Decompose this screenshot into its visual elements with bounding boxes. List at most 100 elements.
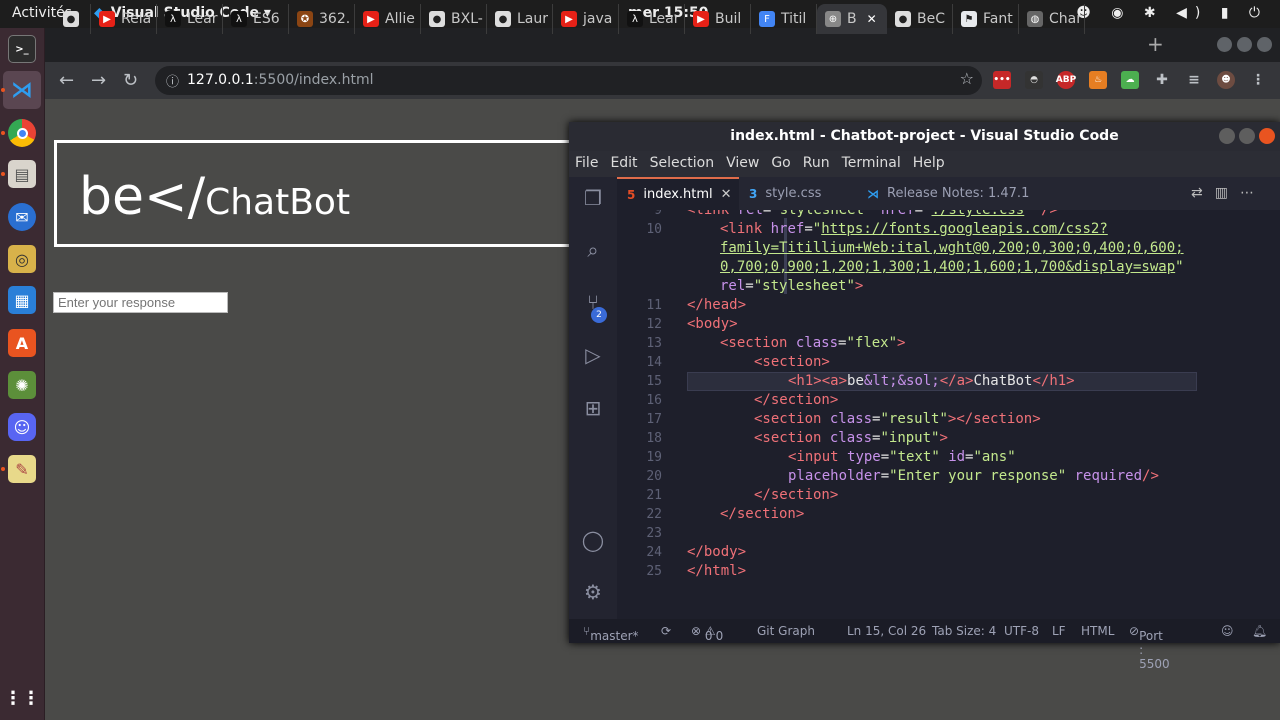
tab-index-html[interactable]: 5 index.html ✕ xyxy=(617,177,739,210)
menu-selection[interactable]: Selection xyxy=(644,151,721,177)
tab-release-notes[interactable]: ⋊ Release Notes: 1.47.1 xyxy=(857,177,1047,210)
profile-avatar[interactable]: ☻ xyxy=(1217,71,1235,89)
extension-flame-icon[interactable]: ♨ xyxy=(1089,71,1107,89)
browser-tab[interactable]: ◍ Char xyxy=(1019,4,1085,34)
manage-gear-icon[interactable]: ⚙ xyxy=(580,579,606,605)
back-icon[interactable]: ← xyxy=(59,70,74,91)
extension-red-icon[interactable]: ••• xyxy=(993,71,1011,89)
browser-tab[interactable]: ▶ Rela xyxy=(91,4,157,34)
code-line[interactable]: </section> xyxy=(720,505,804,524)
maximize-button[interactable] xyxy=(1239,128,1255,144)
browser-tab[interactable]: ⚑ Fant xyxy=(953,4,1019,34)
browser-tab[interactable]: F Titil xyxy=(751,4,817,34)
eol[interactable]: LF xyxy=(1052,624,1066,638)
cursor-position[interactable]: Ln 15, Col 26 xyxy=(847,624,926,638)
browser-window-controls[interactable] xyxy=(1217,37,1272,52)
extensions-icon[interactable]: ⊞ xyxy=(580,395,606,421)
browser-tab[interactable]: ● BXL- xyxy=(421,4,487,34)
show-apps-icon[interactable]: ⋮⋮ xyxy=(4,684,40,712)
code-line[interactable]: <section> xyxy=(754,353,830,372)
code-line[interactable]: <section class="input"> xyxy=(754,429,948,448)
language-mode[interactable]: HTML xyxy=(1081,624,1114,638)
code-editor[interactable]: 9 10 11 12 13 14 15 16 17 18 19 20 21 22… xyxy=(617,210,1280,619)
media-control-icon[interactable]: ≡ xyxy=(1185,71,1203,89)
browser-tab[interactable]: ✪ 362. xyxy=(289,4,355,34)
sync-icon[interactable]: ⟳ xyxy=(661,624,671,638)
browser-tab[interactable]: λ Lear xyxy=(157,4,223,34)
menu-help[interactable]: Help xyxy=(907,151,951,177)
problems-status[interactable]: ⊗ 0 ⚠ 0 xyxy=(691,624,723,643)
feedback-icon[interactable]: ☺ xyxy=(1221,624,1234,638)
code-line[interactable]: <h1><a>be&lt;&sol;</a>ChatBot</h1> xyxy=(788,372,1075,391)
run-debug-icon[interactable]: ▷ xyxy=(580,342,606,368)
browser-tab[interactable]: ▶ Buil xyxy=(685,4,751,34)
writer-icon[interactable]: ▦ xyxy=(8,286,36,314)
code-line[interactable]: rel="stylesheet"> xyxy=(720,277,863,296)
menu-file[interactable]: File xyxy=(569,151,604,177)
extension-green-icon[interactable]: ☁ xyxy=(1121,71,1139,89)
code-line[interactable]: </head> xyxy=(687,296,746,315)
menu-go[interactable]: Go xyxy=(765,151,796,177)
search-icon[interactable]: ⌕ xyxy=(580,237,606,263)
rhythmbox-icon[interactable]: ◎ xyxy=(8,245,36,273)
thunderbird-icon[interactable]: ✉ xyxy=(8,203,36,231)
code-line[interactable]: placeholder="Enter your response" requir… xyxy=(788,467,1159,486)
code-line[interactable]: <section class="result"></section> xyxy=(754,410,1041,429)
code-line[interactable]: </html> xyxy=(687,562,746,581)
tab-size[interactable]: Tab Size: 4 xyxy=(932,624,996,638)
branch-status[interactable]: ⑂ master* xyxy=(583,624,639,643)
site-info-icon[interactable]: ⓘ xyxy=(166,71,179,90)
menu-terminal[interactable]: Terminal xyxy=(836,151,907,177)
browser-tab[interactable]: ● BeC xyxy=(887,4,953,34)
forward-icon[interactable]: → xyxy=(91,70,106,91)
live-server-port[interactable]: ⊘ Port : 5500 xyxy=(1129,624,1170,671)
brand-link[interactable]: be</ xyxy=(79,167,205,227)
code-line[interactable]: </body> xyxy=(687,543,746,562)
software-icon[interactable]: A xyxy=(8,329,36,357)
text-editor-icon[interactable]: ✎ xyxy=(8,455,36,483)
system-tray[interactable]: ☻ ◉ ✱ ◀) ▮ ⏻ xyxy=(1076,5,1268,21)
vscode-dock-icon[interactable]: ⋊ xyxy=(3,71,41,109)
code-line[interactable]: <link href="https://fonts.googleapis.com… xyxy=(720,220,1108,239)
editor-actions[interactable]: ⇄▥⋯ xyxy=(1191,185,1266,201)
new-tab-button[interactable]: + xyxy=(1147,32,1164,56)
code-line[interactable]: <input type="text" id="ans" xyxy=(788,448,1016,467)
code-line[interactable]: 0,700;0,900;1,200;1,300;1,400;1,600;1,70… xyxy=(720,258,1184,277)
git-graph-button[interactable]: Git Graph xyxy=(757,624,815,638)
account-icon[interactable]: ◯ xyxy=(580,527,606,553)
browser-tab[interactable]: λ ES6 xyxy=(223,4,289,34)
encoding[interactable]: UTF-8 xyxy=(1004,624,1039,638)
discord-icon[interactable]: ☺ xyxy=(8,413,36,441)
close-tab-icon[interactable]: ✕ xyxy=(867,12,877,26)
code-line[interactable]: </section> xyxy=(754,486,838,505)
address-bar[interactable]: ⓘ 127.0.0.1:5500/index.html ☆ xyxy=(155,66,982,95)
code-line[interactable]: family=Titillium+Web:ital,wght@0,200;0,3… xyxy=(720,239,1184,258)
close-button[interactable] xyxy=(1259,128,1275,144)
terminal-icon[interactable]: >_ xyxy=(8,35,36,63)
browser-tab[interactable]: ▶ Allie xyxy=(355,4,421,34)
browser-tab[interactable]: λ Lear xyxy=(619,4,685,34)
browser-menu-icon[interactable]: ⋮ xyxy=(1249,71,1267,89)
bookmark-star-icon[interactable]: ☆ xyxy=(960,69,974,88)
minimize-button[interactable] xyxy=(1219,128,1235,144)
browser-tab[interactable]: ▶ java xyxy=(553,4,619,34)
code-line[interactable]: </section> xyxy=(754,391,838,410)
settings-icon[interactable]: ✺ xyxy=(8,371,36,399)
chrome-icon[interactable] xyxy=(8,119,36,147)
menu-run[interactable]: Run xyxy=(797,151,836,177)
adblock-icon[interactable]: ABP xyxy=(1056,71,1076,89)
menu-edit[interactable]: Edit xyxy=(604,151,643,177)
menu-view[interactable]: View xyxy=(720,151,765,177)
reload-icon[interactable]: ↻ xyxy=(123,70,138,91)
tab-style-css[interactable]: 3 style.css xyxy=(739,177,857,210)
code-line[interactable]: <link rel="stylesheet" href="./style.css… xyxy=(687,210,1058,220)
extensions-puzzle-icon[interactable]: ✚ xyxy=(1153,71,1171,89)
browser-tab[interactable]: ● Laur xyxy=(487,4,553,34)
code-line[interactable]: <body> xyxy=(687,315,738,334)
files-icon[interactable]: ▤ xyxy=(8,160,36,188)
browser-tab[interactable]: ● xyxy=(55,4,91,34)
response-input[interactable]: Enter your response xyxy=(53,292,228,313)
code-line[interactable]: <section class="flex"> xyxy=(720,334,905,353)
extension-eye-icon[interactable]: ◓ xyxy=(1025,71,1043,89)
browser-tab[interactable]: ⊕ B ✕ xyxy=(817,4,887,34)
